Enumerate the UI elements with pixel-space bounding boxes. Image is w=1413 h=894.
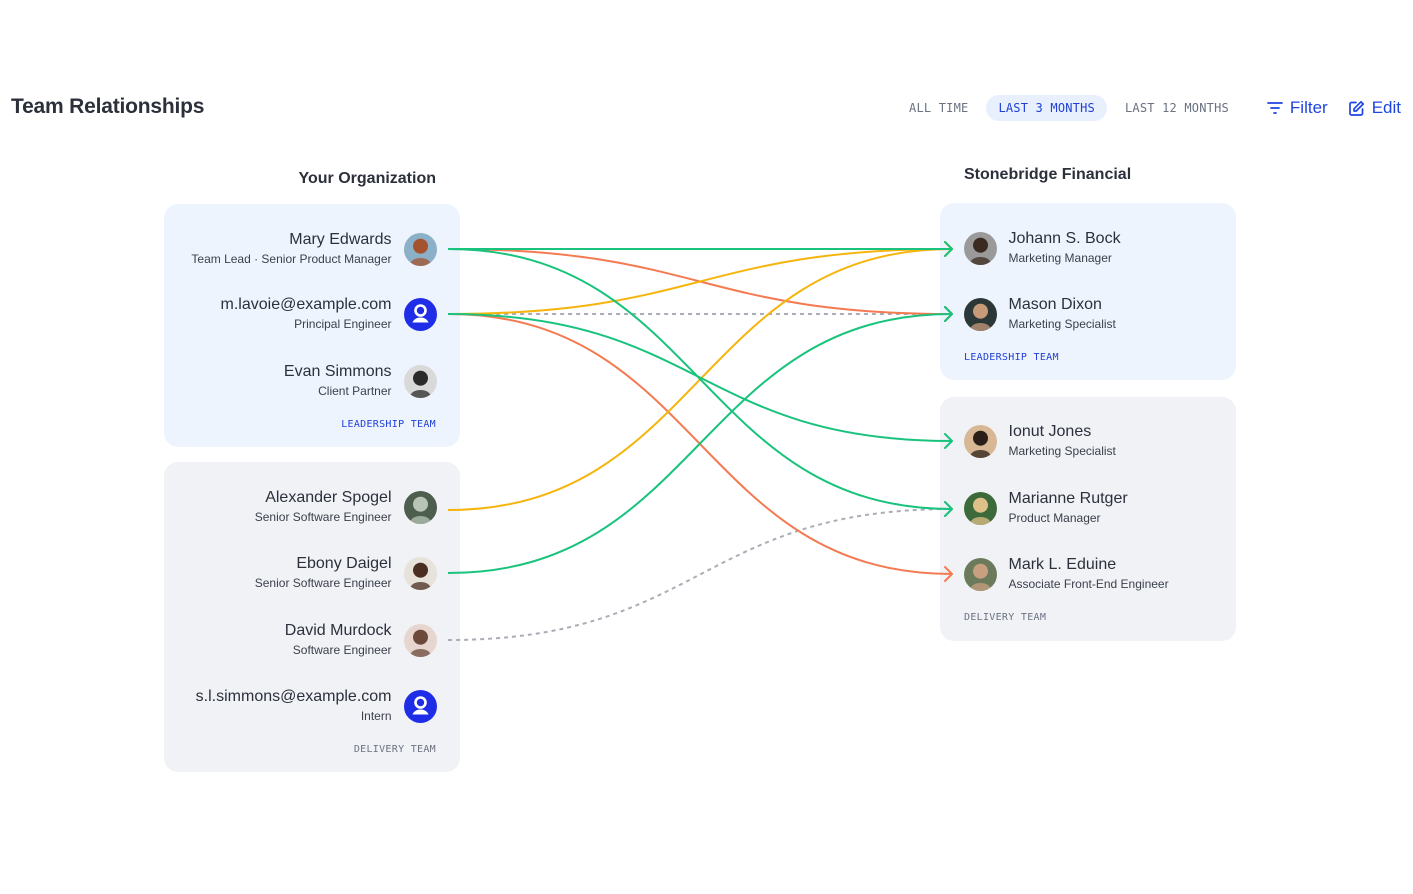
- person-mark[interactable]: Mark L. Eduine Associate Front-End Engine…: [963, 554, 1169, 594]
- left-delivery-team-label: DELIVERY TEAM: [353, 744, 436, 755]
- person-name: Marianne Rutger: [1008, 490, 1128, 507]
- person-ionut[interactable]: Ionut Jones Marketing Specialist: [963, 421, 1116, 461]
- person-role: Principal Engineer: [294, 317, 392, 331]
- range-all-time[interactable]: ALL TIME: [897, 95, 980, 121]
- person-role: Intern: [360, 709, 392, 723]
- link-mary-to-marianne[interactable]: [447, 248, 953, 510]
- avatar: [403, 490, 437, 524]
- filter-icon: [1267, 102, 1283, 114]
- person-name: Ionut Jones: [1008, 423, 1092, 440]
- person-text: Johann S. Bock Marketing Manager: [1009, 229, 1121, 267]
- avatar: [403, 232, 437, 266]
- person-text: Mark L. Eduine Associate Front-End Engine…: [1009, 555, 1169, 593]
- filter-label: Filter: [1289, 98, 1328, 117]
- toolbar: ALL TIME LAST 3 MONTHS LAST 12 MONTHS Fi…: [897, 94, 1401, 122]
- person-text: s.l.simmons@example.com Intern: [196, 687, 392, 725]
- link-ebony-to-mason[interactable]: [447, 313, 953, 574]
- person-mary[interactable]: Mary Edwards Team Lead · Senior Product M…: [191, 229, 437, 269]
- right-delivery-team-label: DELIVERY TEAM: [964, 612, 1047, 623]
- edit-icon: [1348, 100, 1364, 116]
- avatar: [403, 556, 437, 590]
- person-role: Senior Software Engineer: [254, 510, 392, 524]
- person-mason[interactable]: Mason Dixon Marketing Specialist: [963, 294, 1116, 334]
- link-david-to-marianne[interactable]: [447, 508, 953, 641]
- person-role: Associate Front-End Engineer: [1008, 577, 1169, 591]
- person-name: Mason Dixon: [1008, 296, 1102, 313]
- person-ebony[interactable]: Ebony Daigel Senior Software Engineer: [255, 553, 437, 593]
- left-leadership-team-label: LEADERSHIP TEAM: [341, 419, 436, 430]
- avatar: [963, 424, 997, 458]
- person-role: Software Engineer: [292, 643, 392, 657]
- your-organization-title: Your Organization: [298, 170, 436, 187]
- person-text: Evan Simmons Client Partner: [284, 362, 392, 400]
- page-title: Team Relationships: [11, 95, 205, 118]
- person-role: Senior Software Engineer: [254, 576, 392, 590]
- person-name: s.l.simmons@example.com: [195, 688, 392, 705]
- person-name: Mary Edwards: [289, 231, 392, 248]
- person-name: Ebony Daigel: [296, 555, 392, 572]
- right-leadership-team-label: LEADERSHIP TEAM: [964, 352, 1059, 363]
- person-lavoie[interactable]: m.lavoie@example.com Principal Engineer: [221, 294, 437, 334]
- person-role: Product Manager: [1008, 511, 1101, 525]
- person-name: Alexander Spogel: [265, 489, 392, 506]
- avatar: [963, 557, 997, 591]
- person-name: Mark L. Eduine: [1008, 556, 1117, 573]
- avatar: [963, 491, 997, 525]
- avatar: [403, 364, 437, 398]
- person-text: Marianne Rutger Product Manager: [1009, 489, 1128, 527]
- person-role: Team Lead · Senior Product Manager: [191, 252, 392, 266]
- person-name: David Murdock: [284, 622, 392, 639]
- stonebridge-financial-title: Stonebridge Financial: [964, 166, 1132, 183]
- person-text: Alexander Spogel Senior Software Engineer: [255, 488, 392, 526]
- person-johann[interactable]: Johann S. Bock Marketing Manager: [963, 228, 1121, 268]
- person-text: m.lavoie@example.com Principal Engineer: [221, 295, 392, 333]
- edit-label: Edit: [1371, 98, 1401, 117]
- person-role: Marketing Specialist: [1008, 444, 1116, 458]
- edit-button[interactable]: Edit: [1348, 98, 1401, 118]
- filter-button[interactable]: Filter: [1267, 98, 1328, 118]
- avatar: [963, 297, 997, 331]
- person-text: Mason Dixon Marketing Specialist: [1009, 295, 1116, 333]
- person-text: Mary Edwards Team Lead · Senior Product M…: [191, 230, 391, 268]
- user-placeholder-icon: [403, 689, 437, 723]
- person-role: Marketing Manager: [1008, 251, 1112, 265]
- person-evan[interactable]: Evan Simmons Client Partner: [284, 361, 437, 401]
- person-role: Client Partner: [318, 384, 392, 398]
- person-name: Johann S. Bock: [1008, 230, 1121, 247]
- person-name: m.lavoie@example.com: [220, 296, 392, 313]
- person-david[interactable]: David Murdock Software Engineer: [285, 620, 437, 660]
- person-alexander[interactable]: Alexander Spogel Senior Software Engineer: [255, 487, 437, 527]
- link-lavoie-to-ionut[interactable]: [447, 313, 953, 442]
- person-marianne[interactable]: Marianne Rutger Product Manager: [963, 488, 1128, 528]
- person-role: Marketing Specialist: [1008, 317, 1116, 331]
- range-last-12-months[interactable]: LAST 12 MONTHS: [1113, 95, 1241, 121]
- person-text: Ebony Daigel Senior Software Engineer: [255, 554, 392, 592]
- person-slsimmons[interactable]: s.l.simmons@example.com Intern: [196, 686, 437, 726]
- person-text: David Murdock Software Engineer: [285, 621, 392, 659]
- avatar: [403, 623, 437, 657]
- user-placeholder-icon: [403, 297, 437, 331]
- avatar: [963, 231, 997, 265]
- person-name: Evan Simmons: [283, 363, 392, 380]
- person-text: Ionut Jones Marketing Specialist: [1009, 422, 1116, 460]
- range-last-3-months[interactable]: LAST 3 MONTHS: [986, 95, 1107, 121]
